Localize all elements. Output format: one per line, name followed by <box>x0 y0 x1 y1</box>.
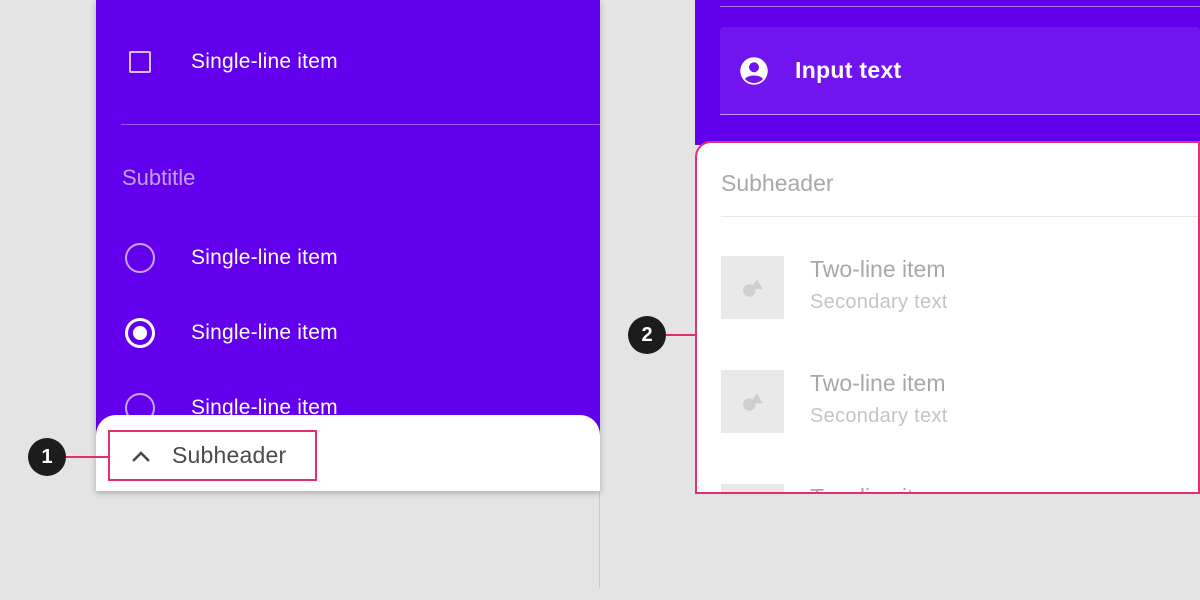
account-circle-icon <box>740 56 768 85</box>
callout-leader-line <box>666 334 695 336</box>
checkbox[interactable] <box>124 46 156 78</box>
chevron-up-icon <box>132 450 150 462</box>
text-input-field[interactable]: Input text <box>720 27 1200 115</box>
divider <box>721 216 1198 217</box>
callout-leader-line <box>62 456 108 458</box>
divider <box>121 124 600 125</box>
radio-checked-icon <box>125 318 155 348</box>
list-subtitle: Subtitle <box>122 165 196 190</box>
list-item-two-line[interactable]: Two-line item Secondary text <box>721 370 1198 434</box>
list-item-label: Single-line item <box>191 246 338 269</box>
bottom-sheet-bar: Subheader <box>96 415 600 491</box>
subheader-toggle-button[interactable]: Subheader <box>108 430 317 481</box>
item-primary-text: Two-line item <box>810 256 946 282</box>
right-sheet: Input text <box>695 0 1200 145</box>
list-item-radio[interactable]: Single-line item <box>96 308 600 358</box>
checkbox-unchecked-icon <box>129 51 151 73</box>
item-primary-text: Two-line item <box>810 370 946 396</box>
divider <box>720 6 1200 7</box>
callout-badge: 1 <box>28 438 66 476</box>
item-primary-text: Two-line item <box>810 484 945 492</box>
card-subheader: Subheader <box>721 170 834 196</box>
subheader-label: Subheader <box>172 442 287 468</box>
list-item-two-line[interactable]: Two-line item <box>721 484 1198 492</box>
radio-button[interactable] <box>124 317 156 349</box>
list-item-label: Single-line item <box>191 50 338 73</box>
image-placeholder-icon <box>721 484 784 492</box>
input-value: Input text <box>795 57 902 83</box>
list-item-checkbox[interactable]: Single-line item <box>96 37 600 87</box>
item-secondary-text: Secondary text <box>810 291 948 313</box>
radio-unchecked-icon <box>125 243 155 273</box>
image-placeholder-icon <box>721 370 784 433</box>
list-item-radio[interactable]: Single-line item <box>96 233 600 283</box>
left-sheet: Single-line item Subtitle Single-line it… <box>96 0 600 491</box>
item-secondary-text: Secondary text <box>810 405 948 427</box>
list-item-two-line[interactable]: Two-line item Secondary text <box>721 256 1198 320</box>
list-item-label: Single-line item <box>191 321 338 344</box>
callout-badge: 2 <box>628 316 666 354</box>
bottom-sheet-card: Subheader Two-line item Secondary text T… <box>695 141 1200 494</box>
radio-button[interactable] <box>124 242 156 274</box>
image-placeholder-icon <box>721 256 784 319</box>
